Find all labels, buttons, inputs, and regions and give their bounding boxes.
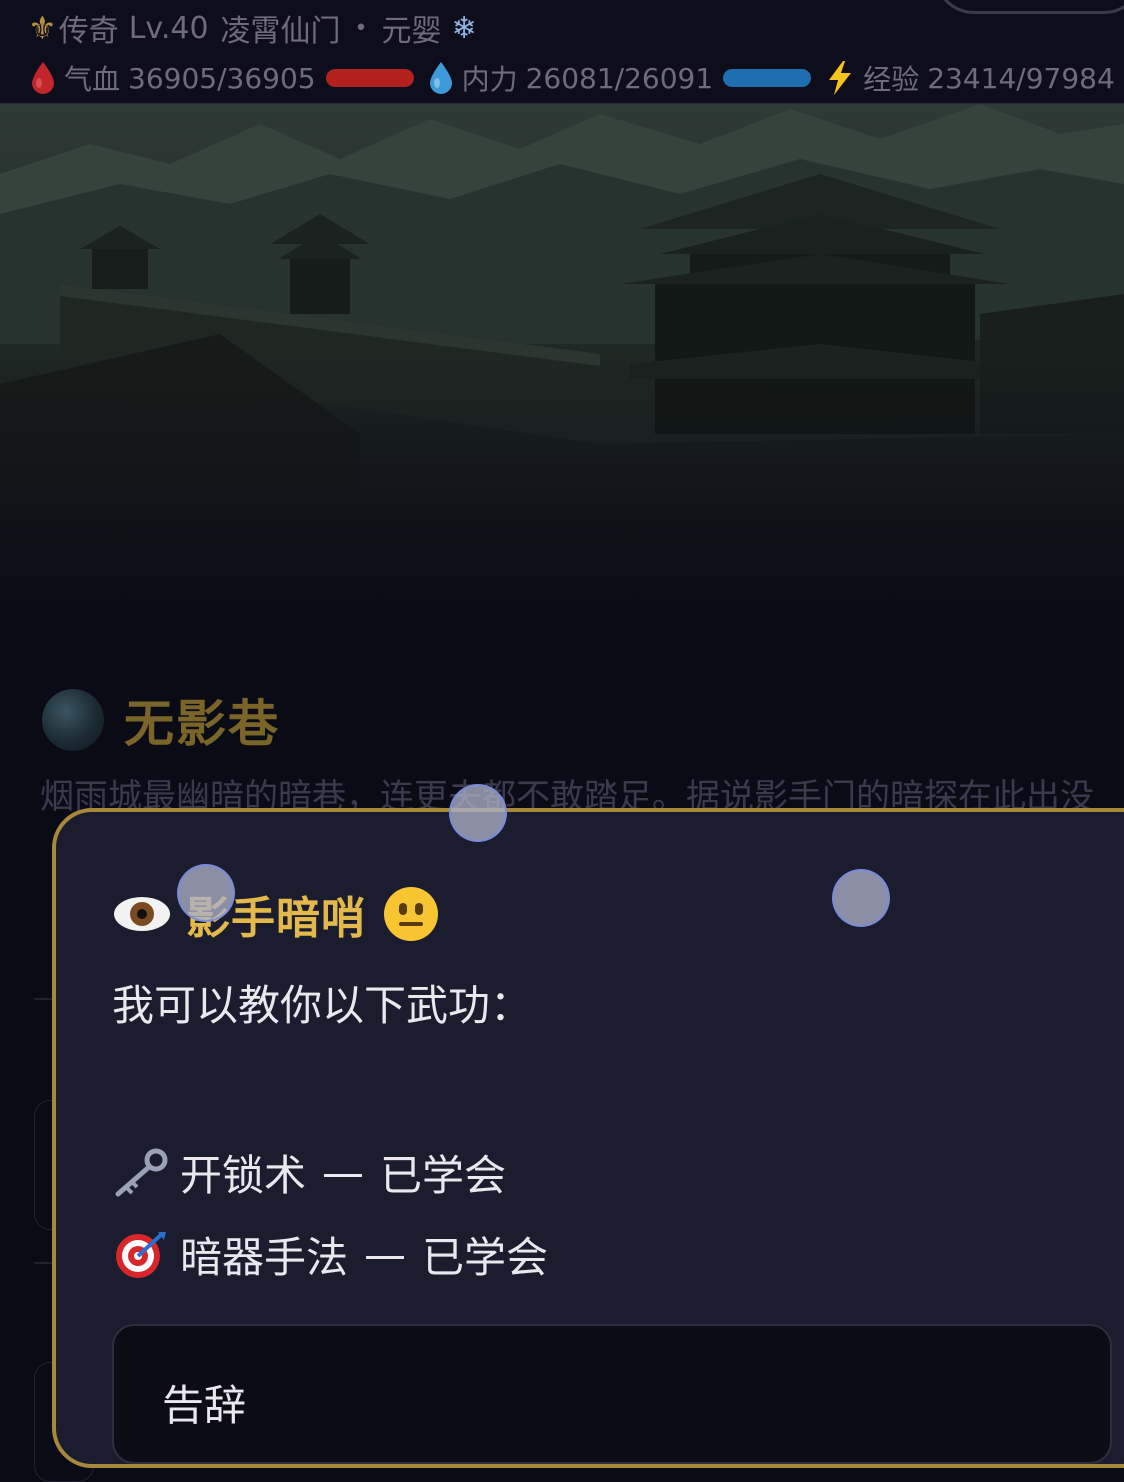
exp-stat: 经验 23414/97984	[825, 58, 1124, 98]
touch-indicator	[449, 784, 507, 842]
hp-value: 36905/36905	[128, 61, 316, 95]
skill-state: 已学会	[380, 1151, 507, 1200]
moon-icon	[42, 689, 104, 751]
hp-label: 气血	[64, 63, 121, 96]
touch-indicator	[177, 864, 235, 922]
mp-label: 内力	[461, 63, 518, 96]
skill-state: 已学会	[422, 1233, 549, 1282]
scene-illustration	[0, 104, 1124, 664]
rank-label: 传奇	[58, 14, 119, 49]
key-icon	[115, 1148, 168, 1196]
hp-bar	[325, 69, 414, 87]
target-icon	[116, 1231, 166, 1278]
sect-label: 凌霄仙门	[220, 14, 341, 49]
farewell-label: 告辞	[162, 1381, 247, 1430]
location-header: 无影巷	[42, 684, 280, 756]
dialog-text: 我可以教你以下武功：	[112, 981, 533, 1030]
hp-bar-fill	[325, 69, 414, 87]
farewell-button[interactable]: 告辞	[112, 1324, 1112, 1464]
mp-bar	[723, 69, 812, 87]
separator: •	[354, 15, 368, 41]
exp-value: 23414/97984	[927, 61, 1115, 95]
snowflake-icon: ❄	[451, 10, 477, 46]
skill-item: 暗器手法 — 已学会	[112, 1224, 548, 1285]
exp-label: 经验	[863, 63, 920, 96]
character-info: ⚜ 传奇 Lv.40 凌霄仙门 • 元婴 ❄	[28, 8, 477, 49]
skill-name: 暗器手法	[180, 1233, 349, 1282]
skill-name: 开锁术	[180, 1151, 307, 1200]
realm-label: 元婴	[381, 14, 442, 49]
dialog-header: 影手暗哨	[114, 882, 438, 946]
neutral-face-icon	[384, 887, 438, 941]
corner-decoration	[934, 0, 1124, 14]
status-bar: ⚜ 传奇 Lv.40 凌霄仙门 • 元婴 ❄ 气血 36905/36905 内力…	[0, 0, 1124, 104]
touch-indicator	[832, 869, 890, 927]
mp-value: 26081/26091	[525, 61, 714, 95]
skill-dash: —	[364, 1230, 407, 1279]
level-label: Lv.40	[128, 10, 209, 46]
mp-stat: 内力 26081/26091	[428, 58, 812, 98]
hp-stat: 气血 36905/36905	[30, 58, 414, 98]
mp-bar-fill	[723, 69, 812, 87]
skill-item: 开锁术 — 已学会	[112, 1142, 506, 1203]
vitals-row: 气血 36905/36905 内力 26081/26091 经验 23414/9…	[30, 56, 1124, 100]
eye-icon	[114, 897, 170, 931]
location-name: 无影巷	[124, 694, 280, 753]
blood-drop-icon	[32, 62, 54, 94]
fleur-de-lis-icon: ⚜	[28, 9, 57, 47]
lightning-icon	[829, 61, 852, 95]
skill-dash: —	[322, 1148, 365, 1197]
water-drop-icon	[429, 62, 452, 94]
